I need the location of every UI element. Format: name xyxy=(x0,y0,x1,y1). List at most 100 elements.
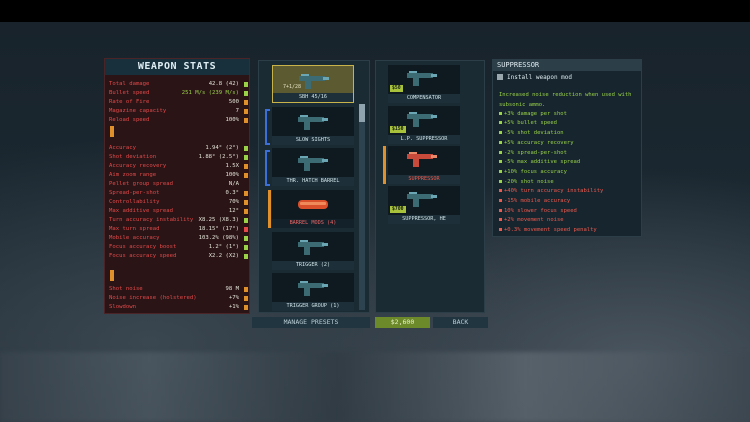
stat-row: Magazine capacity 7 xyxy=(109,107,249,116)
stat-indicator xyxy=(244,254,248,259)
stat-label: Slowdown xyxy=(109,304,136,310)
mod-option[interactable]: SUPPRESSOR xyxy=(388,146,460,184)
mod-option[interactable]: $150 L.P. SUPPRESSOR xyxy=(388,106,460,144)
effect-bullet-icon xyxy=(499,169,502,173)
stat-value: 0.3° xyxy=(225,190,239,196)
stat-indicator xyxy=(244,91,248,96)
stat-label: Accuracy recovery xyxy=(109,163,167,169)
mod-effect-line: +2% movement noise xyxy=(499,216,564,224)
ammo-count: 7+1/28 xyxy=(283,84,302,90)
mod-price: $150 xyxy=(390,126,406,133)
barrel-mod-icon xyxy=(296,196,330,214)
weapon-part-icon xyxy=(296,279,330,297)
mod-effect-text: -20% shot noise xyxy=(504,178,554,185)
mod-effect-text: +0.3% movement speed penalty xyxy=(504,227,597,234)
effect-bullet-icon xyxy=(499,218,502,222)
mod-effect-line: subsonic ammo. xyxy=(499,101,545,109)
stat-value: 1.5X xyxy=(225,163,239,169)
slot-label: SBH 45/16 xyxy=(273,93,353,102)
stat-value: 500 xyxy=(228,99,239,105)
slot-label: TRIGGER GROUP (1) xyxy=(272,302,354,311)
stat-value: 7 xyxy=(235,108,239,114)
selected-option-marker xyxy=(383,146,386,184)
stat-value: 103.2% (98%) xyxy=(198,235,239,241)
effect-bullet-icon xyxy=(499,121,502,125)
weapon-part-icon xyxy=(296,154,330,172)
mod-effect-text: -5% max additive spread xyxy=(504,159,581,166)
stat-label: Focus accuracy boost xyxy=(109,244,177,250)
stat-row: Shot noise 98 M xyxy=(109,285,249,294)
stat-indicator xyxy=(244,191,248,196)
mod-effect-line: +5% accuracy recovery xyxy=(499,139,574,147)
mod-effect-text: -15% mobile accuracy xyxy=(504,198,571,204)
blurred-floor xyxy=(0,352,750,422)
stat-row: Focus accuracy speed X2.2 (X2) xyxy=(109,252,249,261)
mod-effect-text: +5% accuracy recovery xyxy=(504,139,574,146)
back-button[interactable]: BACK xyxy=(433,317,488,328)
stat-label: Total damage xyxy=(109,81,150,87)
stat-value: 70% xyxy=(228,199,239,205)
weapon-stats-panel: WEAPON STATS Total damage 42.8 (42) Bullet… xyxy=(104,58,250,314)
stat-row: Accuracy recovery 1.5X xyxy=(109,162,249,171)
pistol-mod-icon xyxy=(404,190,440,208)
weapon-slot[interactable]: BARREL MODS (4) xyxy=(272,190,354,228)
install-mod-label[interactable]: Install weapon mod xyxy=(507,74,572,82)
mod-effect-line: -2% spread-per-shot xyxy=(499,149,567,157)
weapon-slot[interactable]: 7+1/28 SBH 45/16 xyxy=(272,65,354,103)
stat-row: Slowdown +1% xyxy=(109,303,249,312)
slot-highlight-bracket xyxy=(265,150,270,186)
stat-indicator xyxy=(244,305,248,310)
mod-effect-line: +5% bullet speed xyxy=(499,119,557,127)
manage-presets-button[interactable]: MANAGE PRESETS xyxy=(252,317,370,328)
mod-option[interactable]: $50 COMPENSATOR xyxy=(388,65,460,103)
stat-row: Max additive spread 12° xyxy=(109,207,249,216)
mod-effect-line: -15% mobile accuracy xyxy=(499,197,570,205)
mod-option[interactable]: $700 SUPPRESSOR, HE xyxy=(388,186,460,224)
mod-price: $700 xyxy=(390,206,406,213)
stat-value: N/A xyxy=(228,181,239,187)
stat-row: Bullet speed 251 M/s (239 M/s) xyxy=(109,89,249,98)
stat-value: X8.25 (X8.3) xyxy=(198,217,239,223)
weapon-slot[interactable]: SLOW SIGHTS xyxy=(272,107,354,145)
stat-row: Total damage 42.8 (42) xyxy=(109,80,249,89)
slot-label: BARREL MODS (4) xyxy=(272,219,354,228)
stat-value: 42.8 (42) xyxy=(208,81,239,87)
stat-row: Rate of Fire 500 xyxy=(109,98,249,107)
mod-option-label: SUPPRESSOR xyxy=(388,175,460,184)
stat-indicator xyxy=(244,164,248,169)
mod-effect-text: +3% damage per shot xyxy=(504,110,567,117)
mod-option-label: COMPENSATOR xyxy=(388,94,460,103)
stat-indicator xyxy=(244,155,248,160)
weapon-slot[interactable]: TRIGGER (2) xyxy=(272,232,354,270)
mod-effect-text: -2% spread-per-shot xyxy=(504,149,567,156)
weapon-slot[interactable]: THR. HATCH BARREL xyxy=(272,148,354,186)
effect-bullet-icon xyxy=(499,189,502,193)
weapon-slot[interactable]: TRIGGER GROUP (1) xyxy=(272,273,354,311)
stat-value: 1.94° (2°) xyxy=(205,145,239,151)
stat-row: Shot deviation 1.88° (2.5°) xyxy=(109,153,249,162)
mod-effect-line: +40% turn accuracy instability xyxy=(499,187,603,195)
mod-price: $50 xyxy=(390,85,403,92)
stat-indicator xyxy=(244,245,248,250)
pistol-mod-icon xyxy=(404,69,440,87)
slot-scrollbar[interactable] xyxy=(359,104,365,310)
stat-label: Focus accuracy speed xyxy=(109,253,177,259)
stat-label: Spread-per-shot xyxy=(109,190,160,196)
stat-indicator xyxy=(244,227,248,232)
effect-bullet-icon xyxy=(499,228,502,232)
mod-effect-line: -5% max additive spread xyxy=(499,158,580,166)
mod-option-label: SUPPRESSOR, HE xyxy=(388,215,460,224)
stat-value: X2.2 (X2) xyxy=(208,253,239,259)
stat-value: 18.15° (17°) xyxy=(198,226,239,232)
slot-scrollbar-thumb[interactable] xyxy=(359,104,365,122)
stat-label: Max additive spread xyxy=(109,208,173,214)
stat-label: Turn accuracy instability xyxy=(109,217,194,223)
pistol-mod-icon xyxy=(404,150,440,168)
effect-bullet-icon xyxy=(499,208,502,212)
stat-label: Shot noise xyxy=(109,286,143,292)
slot-label: TRIGGER (2) xyxy=(272,261,354,270)
mod-description-title: SUPPRESSOR xyxy=(493,60,641,71)
effect-bullet-icon xyxy=(499,111,502,115)
stat-indicator xyxy=(244,109,248,114)
stat-separator xyxy=(110,126,114,137)
